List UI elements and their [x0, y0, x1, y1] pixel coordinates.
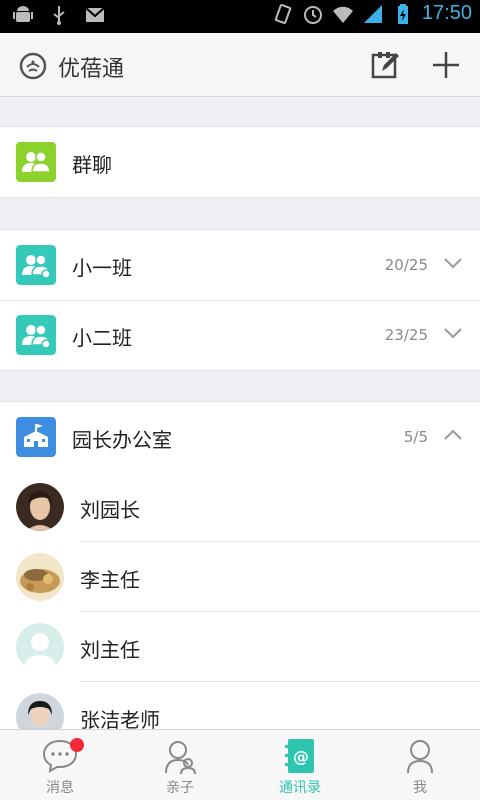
signal-icon	[363, 4, 382, 23]
tab-messages[interactable]: 消息	[0, 730, 120, 800]
android-icon	[13, 6, 33, 22]
svg-text:@: @	[293, 747, 309, 766]
group-chat-icon	[16, 142, 56, 182]
member-name: 李主任	[80, 568, 140, 592]
chevron-down-icon[interactable]	[444, 257, 462, 269]
family-icon	[165, 741, 196, 775]
avatar	[16, 483, 64, 531]
tab-label: 消息	[46, 780, 74, 796]
member-name: 刘主任	[80, 638, 140, 662]
rotate-icon	[274, 3, 292, 24]
avatar	[16, 623, 64, 671]
avatar	[16, 553, 64, 601]
tab-label: 亲子	[166, 780, 194, 796]
tab-family[interactable]: 亲子	[120, 730, 240, 800]
classes-section: 小一班 20/25 小二班 23/25	[0, 229, 480, 371]
me-icon	[407, 740, 433, 774]
tab-label: 通讯录	[279, 780, 321, 796]
tab-contacts[interactable]: @ 通讯录	[240, 730, 360, 800]
compose-icon[interactable]	[370, 49, 402, 81]
tab-label: 我	[413, 780, 427, 796]
app-header: 优蓓通	[0, 33, 480, 97]
avatar	[16, 693, 64, 729]
group-chat-section: 群聊	[0, 126, 480, 198]
member-row[interactable]: 李主任	[0, 542, 480, 612]
wifi-icon	[332, 6, 353, 23]
chevron-down-icon[interactable]	[444, 327, 462, 339]
tab-me[interactable]: 我	[360, 730, 480, 800]
group-chat-row[interactable]: 群聊	[0, 127, 480, 197]
alarm-icon	[303, 5, 322, 24]
member-row[interactable]: 刘主任	[0, 612, 480, 682]
class-row-2[interactable]: 小二班 23/25	[0, 300, 480, 370]
office-label: 园长办公室	[72, 428, 172, 452]
logo-icon	[19, 52, 47, 80]
usb-icon	[53, 6, 65, 25]
contacts-icon: @	[285, 739, 314, 773]
class-group-icon	[16, 245, 56, 285]
member-name: 张洁老师	[80, 708, 160, 729]
status-bar: 17:50	[0, 0, 480, 33]
tab-bar: 消息 亲子 @ 通讯录 我	[0, 729, 480, 800]
notification-badge	[70, 738, 84, 752]
gmail-icon	[85, 7, 105, 22]
contacts-list: 群聊 小一班 20/25 小二班 23/25 园长办公室 5/5 刘园长 李主任…	[0, 97, 480, 729]
class-count: 23/25	[384, 326, 428, 344]
class-label: 小二班	[72, 326, 132, 350]
battery-icon	[397, 3, 408, 24]
school-icon	[16, 417, 56, 457]
status-time: 17:50	[421, 2, 472, 24]
class-group-icon	[16, 315, 56, 355]
class-label: 小一班	[72, 256, 132, 280]
member-name: 刘园长	[80, 498, 140, 522]
group-chat-label: 群聊	[72, 153, 112, 177]
chevron-up-icon[interactable]	[444, 429, 462, 441]
member-row[interactable]: 刘园长	[0, 472, 480, 542]
class-count: 20/25	[384, 256, 428, 274]
office-section: 园长办公室 5/5 刘园长 李主任 刘主任 张洁老师	[0, 401, 480, 729]
office-count: 5/5	[403, 428, 428, 446]
office-row[interactable]: 园长办公室 5/5	[0, 402, 480, 472]
member-row[interactable]: 张洁老师	[0, 682, 480, 729]
plus-icon[interactable]	[430, 49, 462, 81]
class-row-1[interactable]: 小一班 20/25	[0, 230, 480, 300]
page-title: 优蓓通	[58, 57, 125, 82]
